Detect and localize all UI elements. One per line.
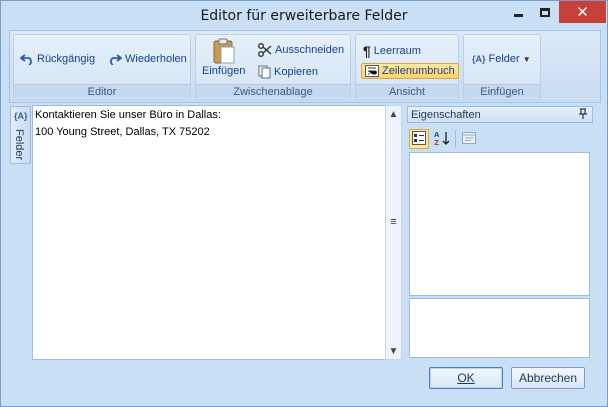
sort-az-icon: AZ [434,130,450,149]
wordwrap-icon [365,65,379,77]
paste-label: Einfügen [202,65,246,77]
redo-button[interactable]: Wiederholen [108,53,187,65]
group-label-editor: Editor [14,84,190,98]
scissors-icon [258,43,272,57]
close-icon: ✕ [576,2,589,21]
group-label-insert: Einfügen [464,84,540,98]
whitespace-label: Leerraum [373,45,421,57]
properties-toolbar: AZ [409,129,479,149]
dialog-window: Editor für erweiterbare Felder ✕ Rückgän… [0,0,608,407]
undo-button[interactable]: Rückgängig [20,53,95,65]
text-editor[interactable]: Kontaktieren Sie unser Büro in Dallas: 1… [32,105,402,360]
cut-label: Ausschneiden [275,44,345,56]
ribbon-group-clipboard: Einfügen Ausschneiden Kopieren Zwischena… [195,34,351,100]
properties-header: Eigenschaften [407,106,593,123]
copy-button[interactable]: Kopieren [258,65,318,79]
group-label-clipboard: Zwischenablage [196,84,350,98]
property-grid[interactable] [409,152,590,296]
cancel-button[interactable]: Abbrechen [511,367,585,389]
pin-icon[interactable] [578,108,588,123]
editor-line-2: 100 Young Street, Dallas, TX 75202 [35,126,210,138]
categorized-icon [412,130,426,148]
fields-label: Felder [488,53,520,65]
svg-text:Z: Z [434,139,439,146]
ribbon-group-insert: {A} Felder ▼ Einfügen [463,34,541,100]
editor-line-1: Kontaktieren Sie unser Büro in Dallas: [35,109,221,121]
undo-label: Rückgängig [37,53,96,65]
properties-title: Eigenschaften [411,109,481,121]
copy-label: Kopieren [274,66,319,78]
maximize-button[interactable] [532,1,558,23]
minimize-icon [513,13,523,17]
redo-icon [108,53,122,65]
ok-button[interactable]: OK [429,367,503,389]
group-label-view: Ansicht [356,84,458,98]
title-bar[interactable]: Editor für erweiterbare Felder ✕ [1,1,607,31]
fields-dropdown-button[interactable]: {A} Felder ▼ [472,53,531,65]
alphabetical-sort-button[interactable]: AZ [432,129,452,149]
paste-icon [213,38,235,64]
editor-vertical-scrollbar[interactable]: ▲ ≡ ▼ [385,105,402,360]
wordwrap-button[interactable]: Zeilenumbruch [361,63,459,79]
ribbon-group-editor: Rückgängig Wiederholen Editor [13,34,191,100]
fields-side-tab[interactable]: {A} Felder [10,106,31,164]
property-pages-button[interactable] [459,129,479,149]
whitespace-button[interactable]: ¶ Leerraum [363,43,421,59]
paste-button[interactable]: Einfügen [202,38,245,77]
maximize-icon [540,7,550,17]
ok-label: OK [457,371,475,385]
cut-button[interactable]: Ausschneiden [258,43,344,57]
property-pages-icon [462,131,476,147]
properties-panel: Eigenschaften AZ [407,106,593,360]
scroll-up-arrow-icon[interactable]: ▲ [386,106,401,122]
undo-icon [20,53,34,65]
toolbar-separator [455,130,456,148]
field-braces-icon: {A} [14,111,28,121]
wordwrap-label: Zeilenumbruch [382,65,455,77]
scroll-down-arrow-icon[interactable]: ▼ [386,343,401,359]
fields-side-tab-label: Felder [13,129,25,161]
close-button[interactable]: ✕ [559,1,606,23]
minimize-button[interactable] [505,1,531,23]
pilcrow-icon: ¶ [363,43,371,59]
ribbon: Rückgängig Wiederholen Editor Einfügen A… [9,30,601,103]
property-description [409,298,590,358]
editor-content[interactable]: Kontaktieren Sie unser Büro in Dallas: 1… [35,107,221,141]
field-braces-icon: {A} [472,54,486,64]
cancel-label: Abbrechen [518,371,578,385]
scroll-thumb-grip-icon[interactable]: ≡ [387,216,400,228]
copy-icon [258,65,271,79]
ribbon-group-view: ¶ Leerraum Zeilenumbruch Ansicht [355,34,459,100]
categorized-view-button[interactable] [409,129,429,149]
chevron-down-icon: ▼ [522,54,531,64]
redo-label: Wiederholen [125,53,187,65]
svg-text:A: A [434,131,440,139]
